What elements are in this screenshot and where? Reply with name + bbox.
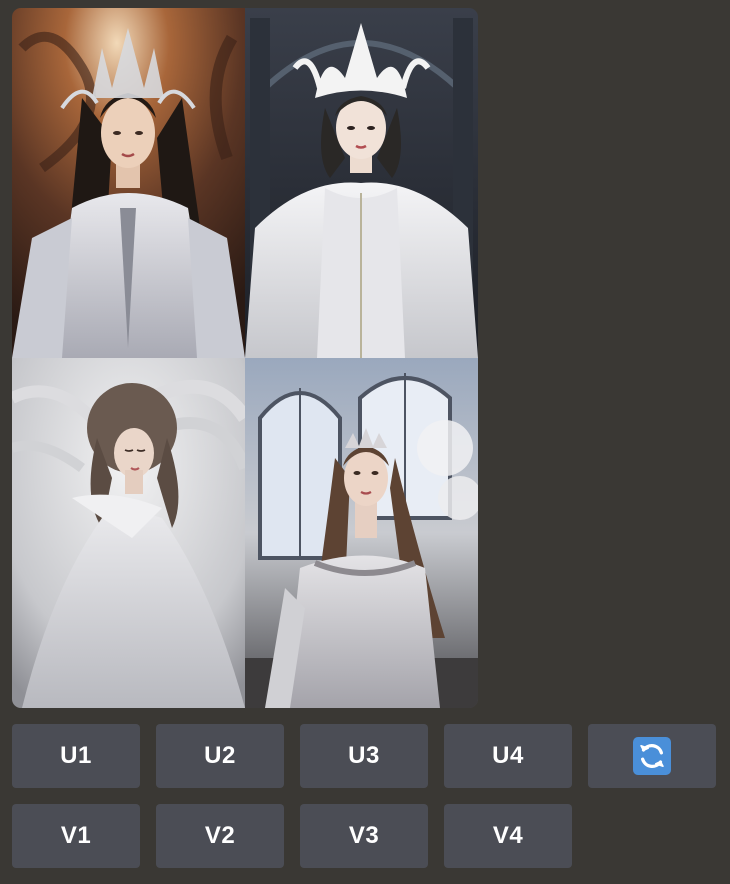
variation-button-4[interactable]: V4 bbox=[444, 804, 572, 868]
refresh-icon bbox=[633, 737, 671, 775]
image-2[interactable] bbox=[245, 8, 478, 358]
upscale-button-4[interactable]: U4 bbox=[444, 724, 572, 788]
upscale-button-2[interactable]: U2 bbox=[156, 724, 284, 788]
image-4[interactable] bbox=[245, 358, 478, 708]
image-grid[interactable] bbox=[12, 8, 478, 708]
image-1[interactable] bbox=[12, 8, 245, 358]
variation-button-1[interactable]: V1 bbox=[12, 804, 140, 868]
portrait-image-2 bbox=[245, 8, 478, 358]
upscale-button-3[interactable]: U3 bbox=[300, 724, 428, 788]
upscale-button-1[interactable]: U1 bbox=[12, 724, 140, 788]
variation-button-3[interactable]: V3 bbox=[300, 804, 428, 868]
image-3[interactable] bbox=[12, 358, 245, 708]
upscale-button-row: U1 U2 U3 U4 bbox=[12, 724, 716, 788]
variation-button-row: V1 V2 V3 V4 bbox=[12, 804, 572, 868]
portrait-image-4 bbox=[245, 358, 478, 708]
reroll-button[interactable] bbox=[588, 724, 716, 788]
refresh-icon-glyph bbox=[640, 744, 664, 768]
variation-button-2[interactable]: V2 bbox=[156, 804, 284, 868]
portrait-image-1 bbox=[12, 8, 245, 358]
portrait-image-3 bbox=[12, 358, 245, 708]
